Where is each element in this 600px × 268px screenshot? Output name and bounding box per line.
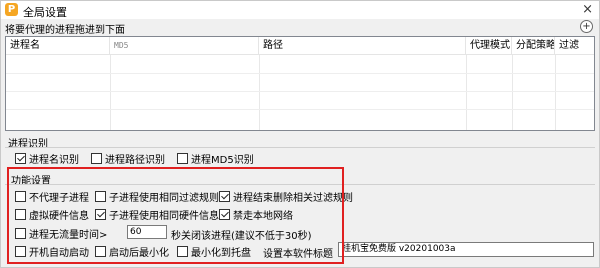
checkbox-box[interactable] bbox=[177, 153, 188, 164]
settings-window: P 全局设置 × 将要代理的进程拖进到下面 + 进程名 MD5 路径 代理模式 … bbox=[0, 0, 600, 268]
checkbox-label: 进程名识别 bbox=[29, 155, 79, 166]
divider bbox=[5, 147, 595, 148]
software-title-input[interactable]: 挂机宝免费版 v20201003a bbox=[338, 242, 594, 257]
column-header-proxy-mode[interactable]: 代理模式 bbox=[466, 37, 512, 55]
checkbox-box[interactable] bbox=[91, 153, 102, 164]
column-header-md5[interactable]: MD5 bbox=[110, 37, 259, 55]
highlight-box bbox=[7, 167, 344, 264]
grid-line bbox=[6, 73, 594, 74]
grid-line bbox=[512, 55, 513, 130]
app-icon: P bbox=[5, 3, 18, 16]
grid-line bbox=[259, 55, 260, 130]
drag-hint-label: 将要代理的进程拖进到下面 bbox=[5, 25, 125, 36]
grid-line bbox=[6, 91, 594, 92]
column-header-strategy[interactable]: 分配策略 bbox=[512, 37, 555, 55]
grid-line bbox=[555, 55, 556, 130]
process-list[interactable]: 进程名 MD5 路径 代理模式 分配策略 过滤 bbox=[5, 36, 595, 131]
checkbox-label: 进程MD5识别 bbox=[191, 155, 254, 166]
column-header-filter[interactable]: 过滤 bbox=[555, 37, 594, 55]
checkbox-label: 进程路径识别 bbox=[105, 155, 165, 166]
checkbox-box[interactable] bbox=[15, 153, 26, 164]
checkbox-process-md5-id[interactable]: 进程MD5识别 bbox=[177, 151, 254, 166]
grid-line bbox=[110, 55, 111, 130]
add-process-icon[interactable]: + bbox=[580, 20, 593, 33]
process-list-header: 进程名 MD5 路径 代理模式 分配策略 过滤 bbox=[6, 37, 594, 55]
column-header-path[interactable]: 路径 bbox=[259, 37, 466, 55]
grid-line bbox=[6, 109, 594, 110]
grid-line bbox=[466, 55, 467, 130]
checkbox-process-path-id[interactable]: 进程路径识别 bbox=[91, 151, 165, 166]
window-title: 全局设置 bbox=[23, 6, 67, 19]
close-button[interactable]: × bbox=[582, 1, 593, 18]
title-bar: P 全局设置 × bbox=[1, 1, 599, 19]
checkbox-process-name-id[interactable]: 进程名识别 bbox=[15, 151, 79, 166]
column-header-process-name[interactable]: 进程名 bbox=[6, 37, 110, 55]
